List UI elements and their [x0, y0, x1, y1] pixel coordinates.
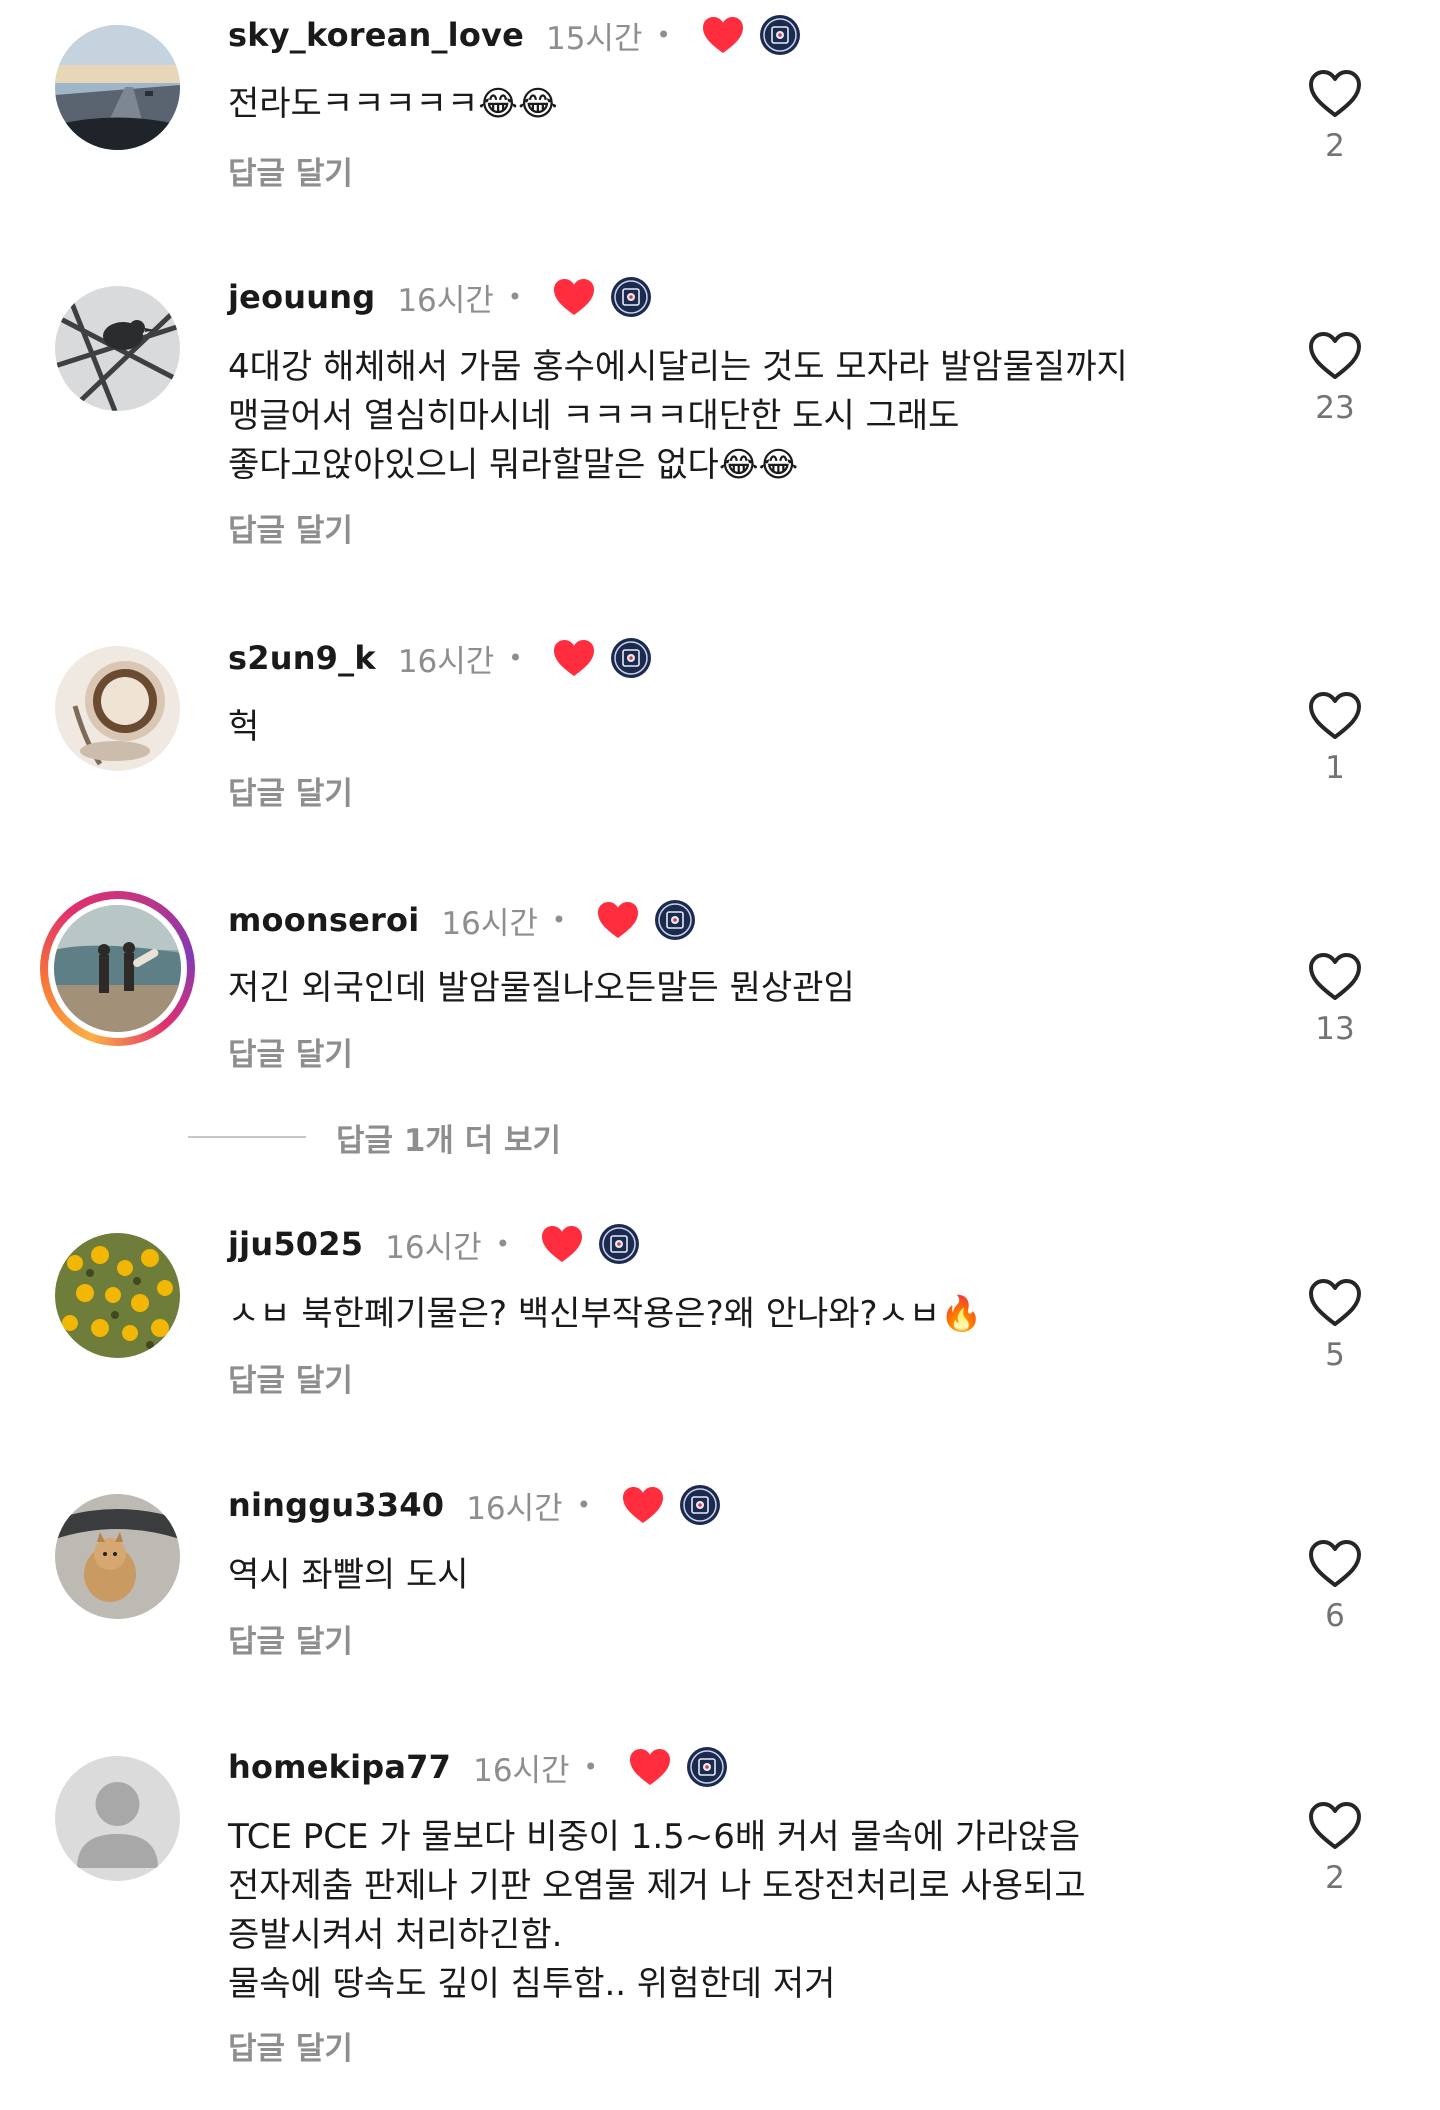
like-count: 5 [1325, 1337, 1345, 1373]
creator-avatar-badge-icon [679, 1484, 721, 1526]
reply-button[interactable]: 답글 달기 [228, 1355, 353, 1400]
comment-header: homekipa77 16시간 • [228, 1742, 728, 1792]
view-more-replies-label[interactable]: 답글 1개 더 보기 [336, 1115, 561, 1160]
comment-text: TCE PCE 가 물보다 비중이 1.5~6배 커서 물속에 가라앉음 전자제… [228, 1817, 1086, 2004]
flowers-photo [55, 1233, 180, 1358]
timestamp: 16시간 [441, 905, 538, 942]
reply-button[interactable]: 답글 달기 [228, 505, 353, 550]
like-column: 2 [1305, 1800, 1365, 1896]
like-heart-icon[interactable] [1307, 1800, 1363, 1852]
timestamp: 16시간 [473, 1752, 570, 1789]
separator-dot: • [507, 283, 522, 311]
comment-text: 헉 [228, 707, 260, 747]
reply-button[interactable]: 답글 달기 [228, 1029, 353, 1074]
like-column: 13 [1305, 951, 1365, 1047]
creator-liked-heart-icon [552, 277, 596, 317]
like-column: 23 [1305, 330, 1365, 426]
avatar[interactable] [55, 25, 180, 150]
like-column: 6 [1305, 1538, 1365, 1634]
highway-photo [55, 25, 180, 150]
like-heart-icon[interactable] [1307, 1277, 1363, 1329]
comment-header: ninggu3340 16시간 • [228, 1480, 721, 1530]
creator-avatar-badge-icon [598, 1223, 640, 1265]
like-heart-icon[interactable] [1307, 330, 1363, 382]
creator-avatar-badge-icon [610, 637, 652, 679]
avatar[interactable] [55, 1494, 180, 1619]
timestamp: 16시간 [385, 1229, 482, 1266]
comment-header: jju5025 16시간 • [228, 1219, 640, 1269]
comment-text: 전라도ㅋㅋㅋㅋㅋ😂😂 [228, 84, 558, 124]
creator-liked-heart-icon [596, 900, 640, 940]
coffee-photo [55, 646, 180, 771]
timestamp: 15시간 [545, 20, 643, 57]
timestamp: 16시간 [397, 282, 494, 319]
username[interactable]: moonseroi [228, 901, 419, 939]
creator-avatar-badge-icon [654, 899, 696, 941]
view-more-replies[interactable]: 답글 1개 더 보기 [188, 1113, 561, 1161]
like-count: 2 [1325, 128, 1345, 164]
divider-line [188, 1136, 306, 1138]
reply-button[interactable]: 답글 달기 [228, 768, 353, 813]
like-count: 1 [1325, 750, 1345, 786]
username[interactable]: jeouung [228, 278, 375, 316]
avatar[interactable] [55, 1233, 180, 1358]
creator-avatar-badge-icon [686, 1746, 728, 1788]
surf-photo [54, 905, 181, 1032]
bird-photo [55, 286, 180, 411]
comment-text: 역시 좌빨의 도시 [228, 1555, 469, 1595]
avatar-with-story-ring[interactable] [40, 891, 195, 1046]
timestamp: 16시간 [397, 643, 495, 680]
comment-header: sky_korean_love 15시간 • [228, 10, 801, 60]
like-heart-icon[interactable] [1307, 68, 1363, 120]
comment-header: s2un9_k 16시간 • [228, 633, 652, 683]
like-heart-icon[interactable] [1307, 1538, 1363, 1590]
like-column: 1 [1305, 690, 1365, 786]
reply-button[interactable]: 답글 달기 [228, 148, 353, 193]
like-heart-icon[interactable] [1307, 951, 1363, 1003]
reply-button[interactable]: 답글 달기 [228, 2023, 353, 2068]
username[interactable]: s2un9_k [228, 639, 376, 677]
comment-header: moonseroi 16시간 • [228, 895, 696, 945]
separator-dot: • [551, 906, 567, 934]
username[interactable]: jju5025 [228, 1225, 363, 1263]
like-column: 5 [1305, 1277, 1365, 1373]
like-count: 6 [1325, 1598, 1345, 1634]
puppy-photo [55, 1494, 180, 1619]
reply-button[interactable]: 답글 달기 [228, 1616, 353, 1661]
comment-text: ㅅㅂ 북한폐기물은? 백신부작용은?왜 안나와?ㅅㅂ🔥 [228, 1294, 983, 1334]
default-person-icon [55, 1756, 180, 1881]
separator-dot: • [495, 1230, 510, 1258]
like-column: 2 [1305, 68, 1365, 164]
creator-liked-heart-icon [552, 638, 596, 678]
like-count: 13 [1315, 1011, 1355, 1047]
creator-avatar-badge-icon [610, 276, 652, 318]
creator-avatar-badge-icon [759, 14, 801, 56]
creator-liked-heart-icon [621, 1485, 665, 1525]
comment-text: 저긴 외국인데 발암물질나오든말든 뭔상관임 [228, 968, 855, 1008]
separator-dot: • [508, 644, 523, 672]
creator-liked-heart-icon [540, 1224, 584, 1264]
creator-liked-heart-icon [701, 15, 745, 55]
avatar[interactable] [55, 646, 180, 771]
separator-dot: • [583, 1753, 598, 1781]
separator-dot: • [656, 21, 671, 49]
avatar[interactable] [55, 286, 180, 411]
timestamp: 16시간 [466, 1490, 563, 1527]
separator-dot: • [576, 1491, 591, 1519]
comment-header: jeouung 16시간 • [228, 272, 652, 322]
username[interactable]: sky_korean_love [228, 16, 524, 54]
like-heart-icon[interactable] [1307, 690, 1363, 742]
username[interactable]: ninggu3340 [228, 1486, 444, 1524]
comment-text: 4대강 해체해서 가뭄 홍수에시달리는 것도 모자라 발암물질까지 맹글어서 열… [228, 347, 1128, 485]
creator-liked-heart-icon [628, 1747, 672, 1787]
like-count: 23 [1315, 390, 1355, 426]
like-count: 2 [1325, 1860, 1345, 1896]
username[interactable]: homekipa77 [228, 1748, 451, 1786]
avatar[interactable] [55, 1756, 180, 1881]
